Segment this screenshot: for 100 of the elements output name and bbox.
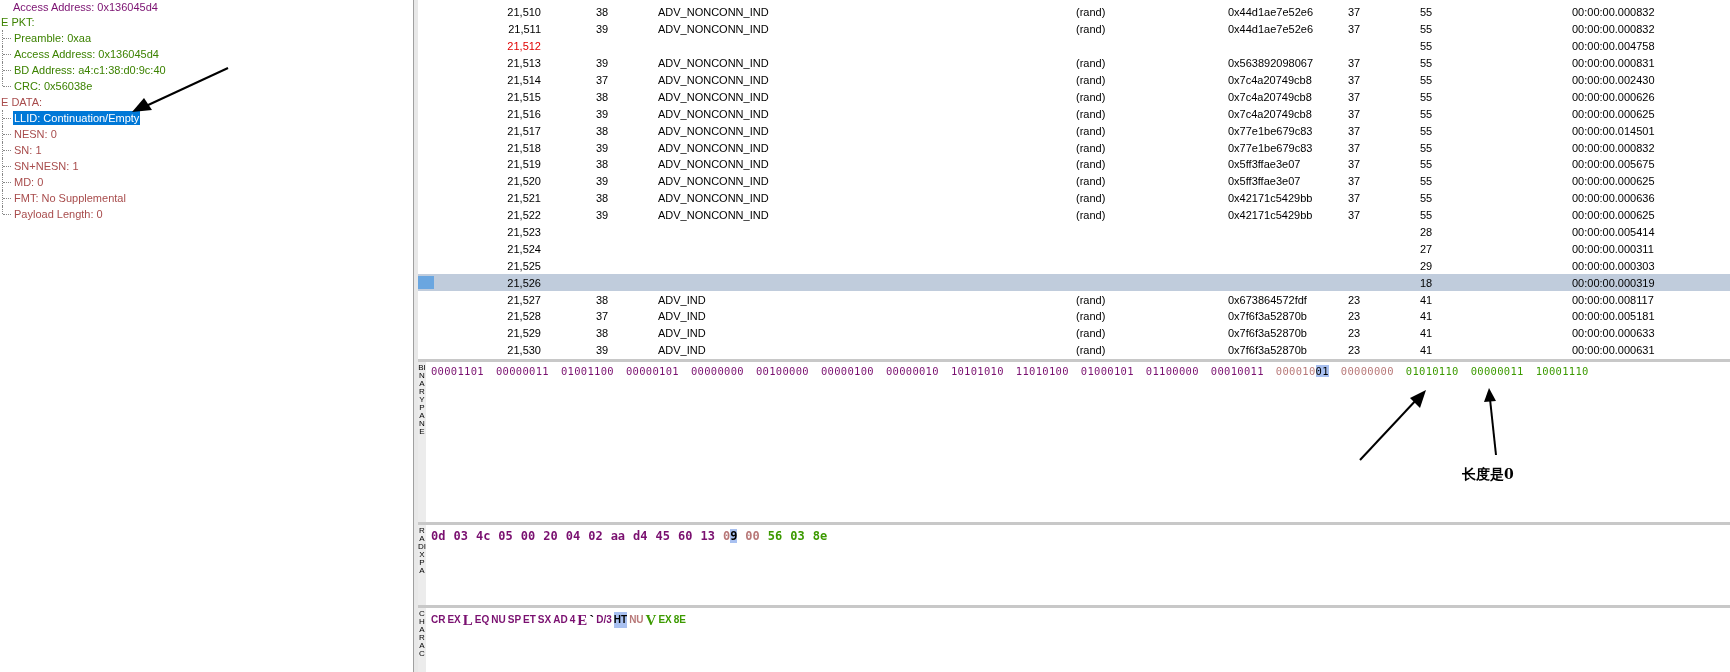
table-row[interactable]: 21,529 38 ADV_IND (rand) 0x7f6f3a52870b 23 41 00:00:00.000633 <box>418 324 1730 342</box>
table-cell: 00:00:00.005181 <box>1572 310 1655 323</box>
table-cell: 00:00:00.000633 <box>1572 327 1655 340</box>
table-cell: 55 <box>1420 209 1433 222</box>
tree-item[interactable]: CRC: 0x56038e <box>13 79 94 93</box>
character-glyph: ` <box>589 612 595 629</box>
table-cell: ADV_NONCONN_IND <box>658 90 769 103</box>
table-cell: 37 <box>1348 23 1361 36</box>
table-row[interactable]: 21,512 55 00:00:00.004758 <box>418 37 1730 55</box>
table-row[interactable]: 21,524 27 00:00:00.000311 <box>418 240 1730 258</box>
character-glyph: EX <box>447 613 461 628</box>
table-cell: ADV_NONCONN_IND <box>658 107 769 120</box>
table-cell: 28 <box>1420 226 1433 238</box>
table-cell: 00:00:00.000832 <box>1572 23 1655 36</box>
hex-byte: 02 <box>588 529 603 543</box>
table-cell: 21,511 <box>508 23 541 36</box>
annotation-text: 长度是0 <box>1462 466 1514 484</box>
table-cell: 55 <box>1420 6 1433 19</box>
table-cell: 00:00:00.000311 <box>1572 242 1654 255</box>
table-cell: 38 <box>596 6 609 19</box>
table-cell: 39 <box>596 209 609 222</box>
binary-byte: 00100000 <box>755 365 809 377</box>
table-cell: (rand) <box>1076 327 1106 340</box>
binary-byte: 00000010 <box>885 365 939 377</box>
table-row[interactable]: 21,530 39 ADV_IND (rand) 0x7f6f3a52870b 23 41 00:00:00.000631 <box>418 341 1730 359</box>
pane-label: BINARY PANE <box>418 362 426 522</box>
binary-byte: 01000101 <box>1080 365 1134 377</box>
table-row[interactable]: 21,528 37 ADV_IND (rand) 0x7f6f3a52870b 23 41 00:00:00.005181 <box>418 308 1730 325</box>
character-glyph: CR <box>431 613 446 628</box>
tree-item[interactable]: NESN: 0 <box>13 127 58 141</box>
table-row[interactable]: 21,517 38 ADV_NONCONN_IND (rand) 0x77e1be679c83 37 55 00:00:00.014501 <box>418 122 1730 140</box>
table-cell: (rand) <box>1076 192 1106 205</box>
table-row[interactable]: 21,519 38 ADV_NONCONN_IND (rand) 0x5ff3ffae3e07 37 55 00:00:00.005675 <box>418 156 1730 173</box>
tree-item[interactable]: Payload Length: 0 <box>13 207 104 221</box>
character-glyph: ET <box>523 613 536 628</box>
hex-byte: 45 <box>655 529 670 543</box>
table-row[interactable]: 21,518 39 ADV_NONCONN_IND (rand) 0x77e1be679c83 37 55 00:00:00.000832 <box>418 139 1730 156</box>
tree-item[interactable]: E DATA: <box>0 95 44 109</box>
table-cell: 00:00:00.000832 <box>1572 6 1655 19</box>
binary-byte: 10101010 <box>950 365 1004 377</box>
table-cell: 38 <box>596 293 609 306</box>
table-row[interactable]: 21,515 38 ADV_NONCONN_IND (rand) 0x7c4a20749cb8 37 55 00:00:00.000626 <box>418 88 1730 106</box>
table-cell: 23 <box>1348 327 1361 340</box>
table-cell: 55 <box>1420 107 1433 120</box>
table-cell: 21,515 <box>507 90 541 103</box>
table-cell: 00:00:00.004758 <box>1572 40 1655 53</box>
tree-item[interactable]: MD: 0 <box>13 175 45 189</box>
table-cell: 21,522 <box>507 209 541 222</box>
table-cell: (rand) <box>1076 175 1106 188</box>
table-cell: ADV_NONCONN_IND <box>658 124 769 137</box>
table-cell: 21,521 <box>507 192 541 205</box>
table-cell: 38 <box>596 158 609 171</box>
table-cell: 21,525 <box>507 259 541 272</box>
selection-marker <box>418 276 434 290</box>
table-row[interactable]: 21,522 39 ADV_NONCONN_IND (rand) 0x42171c5429bb 37 55 00:00:00.000625 <box>418 206 1730 224</box>
table-cell: 0x77e1be679c83 <box>1228 141 1313 154</box>
tree-item[interactable]: E PKT: <box>0 15 36 29</box>
tree-item[interactable]: BD Address: a4:c1:38:d0:9c:40 <box>13 63 167 77</box>
tree-item[interactable]: Preamble: 0xaa <box>13 31 93 45</box>
table-row[interactable]: 21,511 39 ADV_NONCONN_IND (rand) 0x44d1ae7e52e6 37 55 00:00:00.000832 <box>418 20 1730 38</box>
table-cell: 21,530 <box>507 344 541 357</box>
table-cell: 27 <box>1420 242 1433 255</box>
table-cell: 0x44d1ae7e52e6 <box>1228 6 1314 19</box>
table-row[interactable]: 21,525 29 00:00:00.000303 <box>418 257 1730 275</box>
table-cell: ADV_NONCONN_IND <box>658 57 769 70</box>
table-cell: 21,528 <box>507 310 541 323</box>
tree-item[interactable]: LLID: Continuation/Empty <box>13 111 141 125</box>
table-row[interactable]: 21,520 39 ADV_NONCONN_IND (rand) 0x5ff3ffae3e07 37 55 00:00:00.000625 <box>418 172 1730 190</box>
tree-item[interactable]: Access Address: 0x136045d4 <box>13 47 160 61</box>
table-cell: ADV_IND <box>658 327 706 340</box>
table-row[interactable]: 21,526 18 00:00:00.000319 <box>418 274 1730 292</box>
table-cell: 55 <box>1420 40 1433 53</box>
binary-byte: 00010011 <box>1210 365 1264 377</box>
table-row[interactable]: 21,521 38 ADV_NONCONN_IND (rand) 0x42171c5429bb 37 55 00:00:00.000636 <box>418 189 1730 207</box>
table-row[interactable]: 21,513 39 ADV_NONCONN_IND (rand) 0x563892098067 37 55 00:00:00.000831 <box>418 54 1730 72</box>
table-cell: 39 <box>596 107 609 120</box>
table-cell: 00:00:00.014501 <box>1572 124 1655 137</box>
hex-byte: 03 <box>790 529 805 543</box>
table-cell: ADV_NONCONN_IND <box>658 209 769 222</box>
hex-byte: 60 <box>678 529 693 543</box>
table-row[interactable]: 21,516 39 ADV_NONCONN_IND (rand) 0x7c4a20749cb8 37 55 00:00:00.000625 <box>418 105 1730 123</box>
table-cell: 37 <box>1348 209 1361 222</box>
table-row[interactable]: 21,527 38 ADV_IND (rand) 0x673864572fdf 23 41 00:00:00.008117 <box>418 291 1730 309</box>
table-cell: 00:00:00.002430 <box>1572 74 1655 86</box>
tree-item[interactable]: SN: 1 <box>13 143 43 157</box>
table-row[interactable]: 21,523 28 00:00:00.005414 <box>418 223 1730 241</box>
character-glyph: SX <box>537 613 552 628</box>
tree-item[interactable]: Access Address: 0x136045d4 <box>12 0 159 14</box>
table-cell: 39 <box>596 23 609 36</box>
table-cell: 37 <box>596 310 609 323</box>
tree-item[interactable]: SN+NESN: 1 <box>13 159 80 173</box>
table-cell: 41 <box>1420 293 1433 306</box>
binary-byte: 00000100 <box>820 365 874 377</box>
binary-byte: 01010110 <box>1405 365 1459 377</box>
table-row[interactable]: 21,510 38 ADV_NONCONN_IND (rand) 0x44d1ae7e52e6 37 55 00:00:00.000832 <box>418 4 1730 21</box>
table-row[interactable]: 21,514 37 ADV_NONCONN_IND (rand) 0x7c4a20749cb8 37 55 00:00:00.002430 <box>418 71 1730 89</box>
tree-item[interactable]: FMT: No Supplemental <box>13 191 127 205</box>
table-cell: 23 <box>1348 293 1361 306</box>
table-cell: 38 <box>596 192 609 205</box>
table-cell: 0x7c4a20749cb8 <box>1228 74 1312 86</box>
